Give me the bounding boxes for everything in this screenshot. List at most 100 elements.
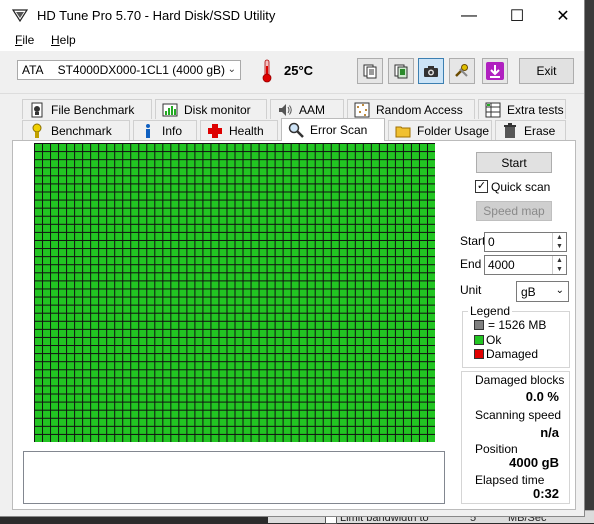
scan-block bbox=[267, 346, 275, 354]
tab-aam[interactable]: AAM bbox=[270, 99, 344, 119]
scan-block bbox=[123, 410, 131, 418]
scan-block bbox=[395, 410, 403, 418]
scan-block bbox=[195, 370, 203, 378]
drive-select[interactable]: ATA ST4000DX000-1CL1 (4000 gB) ⌄ bbox=[17, 60, 241, 80]
scan-block bbox=[163, 144, 171, 152]
tab-benchmark[interactable]: Benchmark bbox=[22, 120, 130, 140]
scan-block bbox=[267, 152, 275, 160]
scan-block bbox=[115, 176, 123, 184]
scan-block bbox=[99, 168, 107, 176]
scan-block bbox=[291, 346, 299, 354]
scan-block bbox=[339, 176, 347, 184]
scan-block bbox=[139, 152, 147, 160]
menu-file[interactable]: File bbox=[15, 33, 34, 47]
scan-block bbox=[299, 370, 307, 378]
scan-block bbox=[275, 200, 283, 208]
scan-block bbox=[91, 249, 99, 257]
tab-disk-monitor[interactable]: Disk monitor bbox=[155, 99, 267, 119]
scan-block bbox=[323, 257, 331, 265]
speed-map-button[interactable]: Speed map bbox=[476, 201, 552, 221]
scan-block bbox=[275, 418, 283, 426]
unit-select[interactable]: gB ⌄ bbox=[516, 281, 569, 302]
scan-block bbox=[395, 224, 403, 232]
scan-block bbox=[371, 160, 379, 168]
tab-error-scan[interactable]: Error Scan bbox=[281, 118, 385, 141]
scan-block bbox=[107, 200, 115, 208]
copy-screenshot-button[interactable] bbox=[388, 58, 414, 84]
scan-block bbox=[323, 329, 331, 337]
menu-help[interactable]: Help bbox=[51, 33, 76, 47]
minimize-button[interactable]: — bbox=[446, 0, 492, 31]
scan-block bbox=[379, 168, 387, 176]
spin-arrows-icon[interactable]: ▲ ▼ bbox=[552, 233, 566, 251]
tab-extra-tests[interactable]: Extra tests bbox=[478, 99, 566, 119]
tab-file-benchmark[interactable]: File Benchmark bbox=[22, 99, 152, 119]
scan-block bbox=[171, 434, 179, 442]
scan-block bbox=[395, 208, 403, 216]
scan-block bbox=[299, 208, 307, 216]
scan-block bbox=[43, 354, 51, 362]
scan-block bbox=[251, 362, 259, 370]
copy-text-button[interactable] bbox=[357, 58, 383, 84]
tab-health[interactable]: Health bbox=[200, 120, 278, 140]
scan-block bbox=[403, 232, 411, 240]
scan-block bbox=[363, 184, 371, 192]
scan-block bbox=[371, 216, 379, 224]
scan-block bbox=[35, 297, 43, 305]
scan-block bbox=[123, 273, 131, 281]
scan-block bbox=[171, 281, 179, 289]
scan-block bbox=[203, 370, 211, 378]
scan-block bbox=[355, 152, 363, 160]
tab-folder-usage[interactable]: Folder Usage bbox=[388, 120, 492, 140]
scan-block bbox=[131, 386, 139, 394]
spin-arrows-icon[interactable]: ▲ ▼ bbox=[552, 256, 566, 274]
scan-block bbox=[203, 144, 211, 152]
scan-block bbox=[91, 337, 99, 346]
scan-block bbox=[299, 354, 307, 362]
close-button[interactable]: ✕ bbox=[540, 0, 586, 31]
tab-info[interactable]: Info bbox=[133, 120, 197, 140]
scan-block bbox=[235, 337, 243, 346]
scan-block bbox=[75, 378, 83, 386]
scan-block bbox=[371, 346, 379, 354]
options-button[interactable] bbox=[449, 58, 475, 84]
start-scan-button[interactable]: Start bbox=[476, 152, 552, 173]
tab-random-access[interactable]: Random Access bbox=[347, 99, 475, 119]
maximize-button[interactable]: ☐ bbox=[494, 0, 540, 31]
quick-scan-checkbox[interactable]: ✓ bbox=[475, 180, 488, 193]
menu-help-label: elp bbox=[59, 33, 76, 47]
scan-block bbox=[187, 200, 195, 208]
save-button[interactable] bbox=[482, 58, 508, 84]
screenshot-button[interactable] bbox=[418, 58, 444, 84]
scan-block bbox=[411, 273, 419, 281]
scan-block bbox=[203, 224, 211, 232]
scan-block bbox=[387, 370, 395, 378]
scan-block bbox=[403, 249, 411, 257]
scan-block bbox=[379, 249, 387, 257]
scan-block bbox=[355, 386, 363, 394]
scan-block bbox=[203, 240, 211, 249]
tab-erase[interactable]: Erase bbox=[495, 120, 566, 140]
scan-block bbox=[171, 257, 179, 265]
scan-block bbox=[115, 240, 123, 249]
scan-block bbox=[51, 144, 59, 152]
scan-block bbox=[211, 232, 219, 240]
scan-block bbox=[259, 281, 267, 289]
scan-block bbox=[403, 240, 411, 249]
scan-block bbox=[307, 176, 315, 184]
scan-block bbox=[219, 370, 227, 378]
exit-button[interactable]: Exit bbox=[519, 58, 574, 84]
scan-block bbox=[323, 273, 331, 281]
scan-log-box[interactable] bbox=[23, 451, 445, 504]
scan-block bbox=[195, 410, 203, 418]
scan-block bbox=[155, 410, 163, 418]
scan-block bbox=[43, 249, 51, 257]
scan-block bbox=[187, 426, 195, 434]
scan-block bbox=[163, 394, 171, 402]
scan-block bbox=[115, 362, 123, 370]
start-range-input[interactable]: 0 ▲ ▼ bbox=[484, 232, 567, 252]
scan-block bbox=[75, 426, 83, 434]
end-range-input[interactable]: 4000 ▲ ▼ bbox=[484, 255, 567, 275]
scan-block bbox=[115, 370, 123, 378]
scan-block bbox=[387, 426, 395, 434]
